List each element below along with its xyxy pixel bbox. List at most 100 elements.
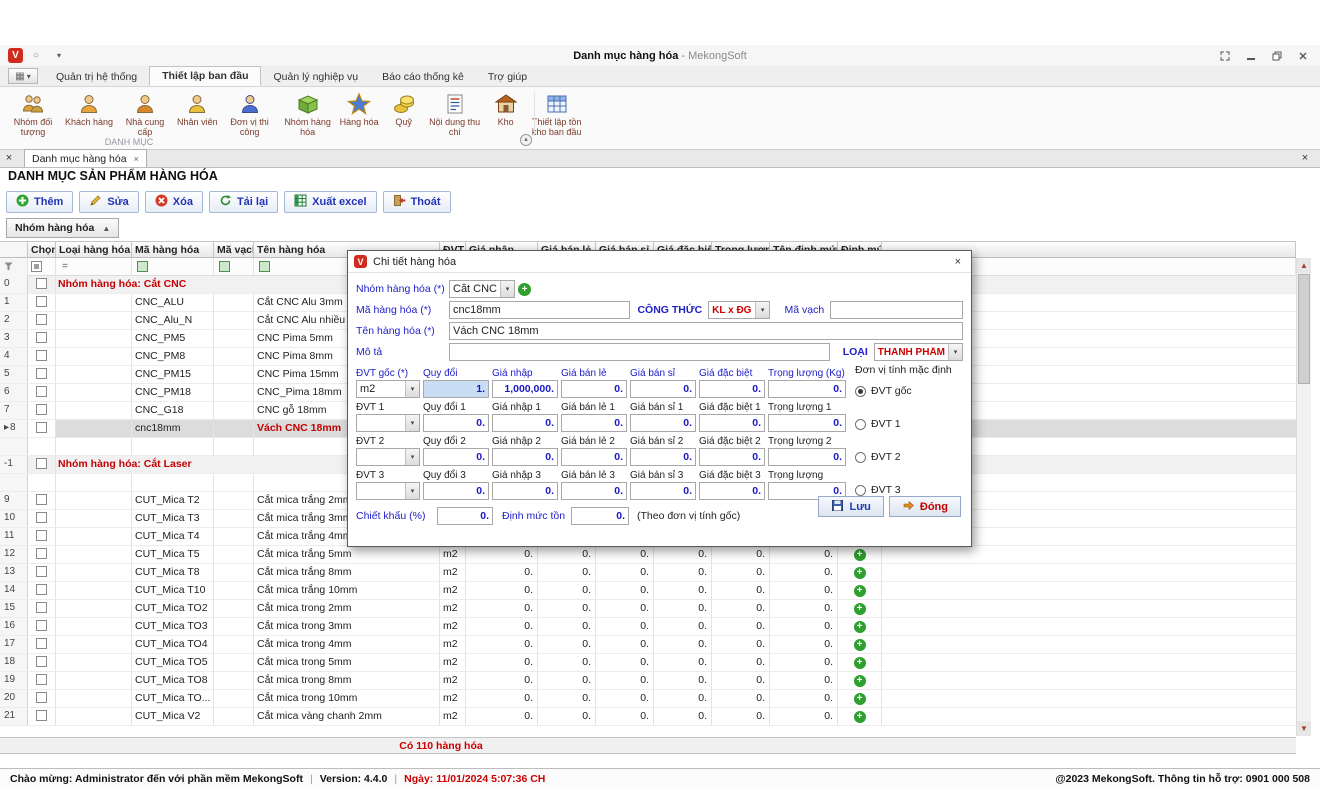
cell-ma-vach[interactable]	[214, 348, 254, 365]
row-select-cell[interactable]	[28, 636, 56, 653]
cell-ten-dinh-muc[interactable]: 0.	[770, 654, 838, 671]
cell-ma-hang-hoa[interactable]: CNC_PM18	[132, 384, 214, 401]
group-by-chip[interactable]: Nhóm hàng hóa▲	[6, 218, 119, 238]
cell-gia-ban-si[interactable]: 0.	[596, 690, 654, 707]
add-norm-icon[interactable]: +	[854, 603, 866, 615]
row-checkbox[interactable]	[36, 512, 47, 523]
cell-ten-dinh-muc[interactable]: 0.	[770, 564, 838, 581]
dinh-muc-ton-input[interactable]	[571, 507, 629, 525]
tab-bao-cao-thong-ke[interactable]: Báo cáo thống kê	[370, 68, 476, 86]
cell-loai-hang-hoa[interactable]	[56, 330, 132, 347]
cell-gia-ban-si[interactable]: 0.	[596, 546, 654, 563]
ribbon-item-nhom-hang-hoa[interactable]: Nhóm hàng hóa	[279, 90, 337, 139]
cell-ma-vach[interactable]	[214, 384, 254, 401]
cell-ma-hang-hoa[interactable]: CUT_Mica T10	[132, 582, 214, 599]
gia-dac-biet-n-input[interactable]: 0.	[699, 482, 765, 500]
cell-dinh-muc[interactable]: +	[838, 546, 882, 563]
cell-gia-ban-le[interactable]: 0.	[538, 690, 596, 707]
ma-hang-hoa-input[interactable]	[449, 301, 630, 319]
cell-dvt[interactable]: m2	[440, 690, 466, 707]
row-checkbox[interactable]	[36, 422, 47, 433]
row-select-cell[interactable]	[28, 600, 56, 617]
row-select-cell[interactable]	[28, 654, 56, 671]
ribbon-item-khach-hang[interactable]: Khách hàng	[62, 90, 116, 129]
add-norm-icon[interactable]: +	[854, 621, 866, 633]
ribbon-item-quy[interactable]: Quỹ	[382, 90, 426, 129]
row-checkbox[interactable]	[36, 710, 47, 721]
row-select-cell[interactable]	[28, 348, 56, 365]
cell-gia-nhap[interactable]: 0.	[466, 654, 538, 671]
cell-ma-hang-hoa[interactable]	[132, 474, 214, 491]
cell-loai-hang-hoa[interactable]	[56, 690, 132, 707]
cell-gia-ban-le[interactable]: 0.	[538, 618, 596, 635]
cell-gia-nhap[interactable]: 0.	[466, 582, 538, 599]
document-tab-danh-muc-hang-hoa[interactable]: Danh mục hàng hóa ×	[24, 149, 147, 167]
cell-ma-vach[interactable]	[214, 690, 254, 707]
cell-dvt[interactable]: m2	[440, 672, 466, 689]
cell-trong-luong[interactable]: 0.	[712, 564, 770, 581]
header-loai-hang-hoa[interactable]: Loại hàng hóa	[56, 242, 132, 257]
cell-dvt[interactable]: m2	[440, 636, 466, 653]
row-checkbox[interactable]	[36, 494, 47, 505]
row-select-cell[interactable]	[28, 528, 56, 545]
vertical-scrollbar[interactable]: ▲ ▼	[1296, 258, 1311, 736]
cell-gia-ban-le[interactable]: 0.	[538, 600, 596, 617]
cell-ten-dinh-muc[interactable]: 0.	[770, 546, 838, 563]
cell-loai-hang-hoa[interactable]	[56, 402, 132, 419]
cell-dinh-muc[interactable]: +	[838, 672, 882, 689]
cell-ten-dinh-muc[interactable]: 0.	[770, 582, 838, 599]
row-select-cell[interactable]	[28, 330, 56, 347]
cell-gia-dac-biet[interactable]: 0.	[654, 672, 712, 689]
cell-gia-ban-le[interactable]: 0.	[538, 708, 596, 725]
close-button[interactable]	[1296, 49, 1310, 63]
cell-ma-hang-hoa[interactable]	[132, 438, 214, 455]
row-select-cell[interactable]	[28, 276, 56, 293]
add-norm-icon[interactable]: +	[854, 675, 866, 687]
row-checkbox[interactable]	[36, 584, 47, 595]
dvt-n-select[interactable]: ▾	[356, 482, 420, 500]
cell-ma-vach[interactable]	[214, 438, 254, 455]
cell-dinh-muc[interactable]: +	[838, 582, 882, 599]
cell-loai-hang-hoa[interactable]	[56, 438, 132, 455]
cell-ten-hang-hoa[interactable]: Cắt mica trắng 10mm	[254, 582, 440, 599]
cell-trong-luong[interactable]: 0.	[712, 636, 770, 653]
add-norm-icon[interactable]: +	[854, 639, 866, 651]
cell-gia-ban-le[interactable]: 0.	[538, 636, 596, 653]
cell-loai-hang-hoa[interactable]	[56, 564, 132, 581]
gia-ban-si-n-input[interactable]: 0.	[630, 414, 696, 432]
cell-loai-hang-hoa[interactable]	[56, 546, 132, 563]
gia-nhap-goc-input[interactable]	[492, 380, 558, 398]
row-checkbox[interactable]	[36, 638, 47, 649]
add-norm-icon[interactable]: +	[854, 585, 866, 597]
row-select-cell[interactable]	[28, 456, 56, 473]
cell-ten-dinh-muc[interactable]: 0.	[770, 708, 838, 725]
cell-ma-vach[interactable]	[214, 564, 254, 581]
edit-button[interactable]: Sửa	[79, 191, 138, 213]
cell-gia-dac-biet[interactable]: 0.	[654, 618, 712, 635]
row-checkbox[interactable]	[36, 368, 47, 379]
cell-dvt[interactable]: m2	[440, 618, 466, 635]
cell-gia-dac-biet[interactable]: 0.	[654, 582, 712, 599]
table-row[interactable]: 18 CUT_Mica TO5 Cắt mica trong 5mm m2 0.…	[0, 654, 1296, 672]
dialog-close-button[interactable]: Đóng	[889, 496, 961, 517]
cell-gia-ban-le[interactable]: 0.	[538, 582, 596, 599]
cell-trong-luong[interactable]: 0.	[712, 618, 770, 635]
row-select-cell[interactable]	[28, 312, 56, 329]
add-norm-icon[interactable]: +	[854, 693, 866, 705]
row-select-cell[interactable]	[28, 294, 56, 311]
cell-gia-nhap[interactable]: 0.	[466, 708, 538, 725]
gia-ban-le-n-input[interactable]: 0.	[561, 448, 627, 466]
gia-dac-biet-n-input[interactable]: 0.	[699, 414, 765, 432]
row-select-cell[interactable]	[28, 474, 56, 491]
cell-ma-hang-hoa[interactable]: CNC_PM8	[132, 348, 214, 365]
cell-ten-hang-hoa[interactable]: Cắt mica trong 2mm	[254, 600, 440, 617]
header-ma-hang-hoa[interactable]: Mã hàng hóa	[132, 242, 214, 257]
ma-vach-input[interactable]	[830, 301, 963, 319]
add-norm-icon[interactable]: +	[854, 567, 866, 579]
row-select-cell[interactable]	[28, 564, 56, 581]
exit-button[interactable]: Thoát	[383, 191, 451, 213]
cell-ma-vach[interactable]	[214, 312, 254, 329]
cell-trong-luong[interactable]: 0.	[712, 708, 770, 725]
quy-doi-n-input[interactable]: 0.	[423, 482, 489, 500]
cell-ma-hang-hoa[interactable]: CUT_Mica T5	[132, 546, 214, 563]
